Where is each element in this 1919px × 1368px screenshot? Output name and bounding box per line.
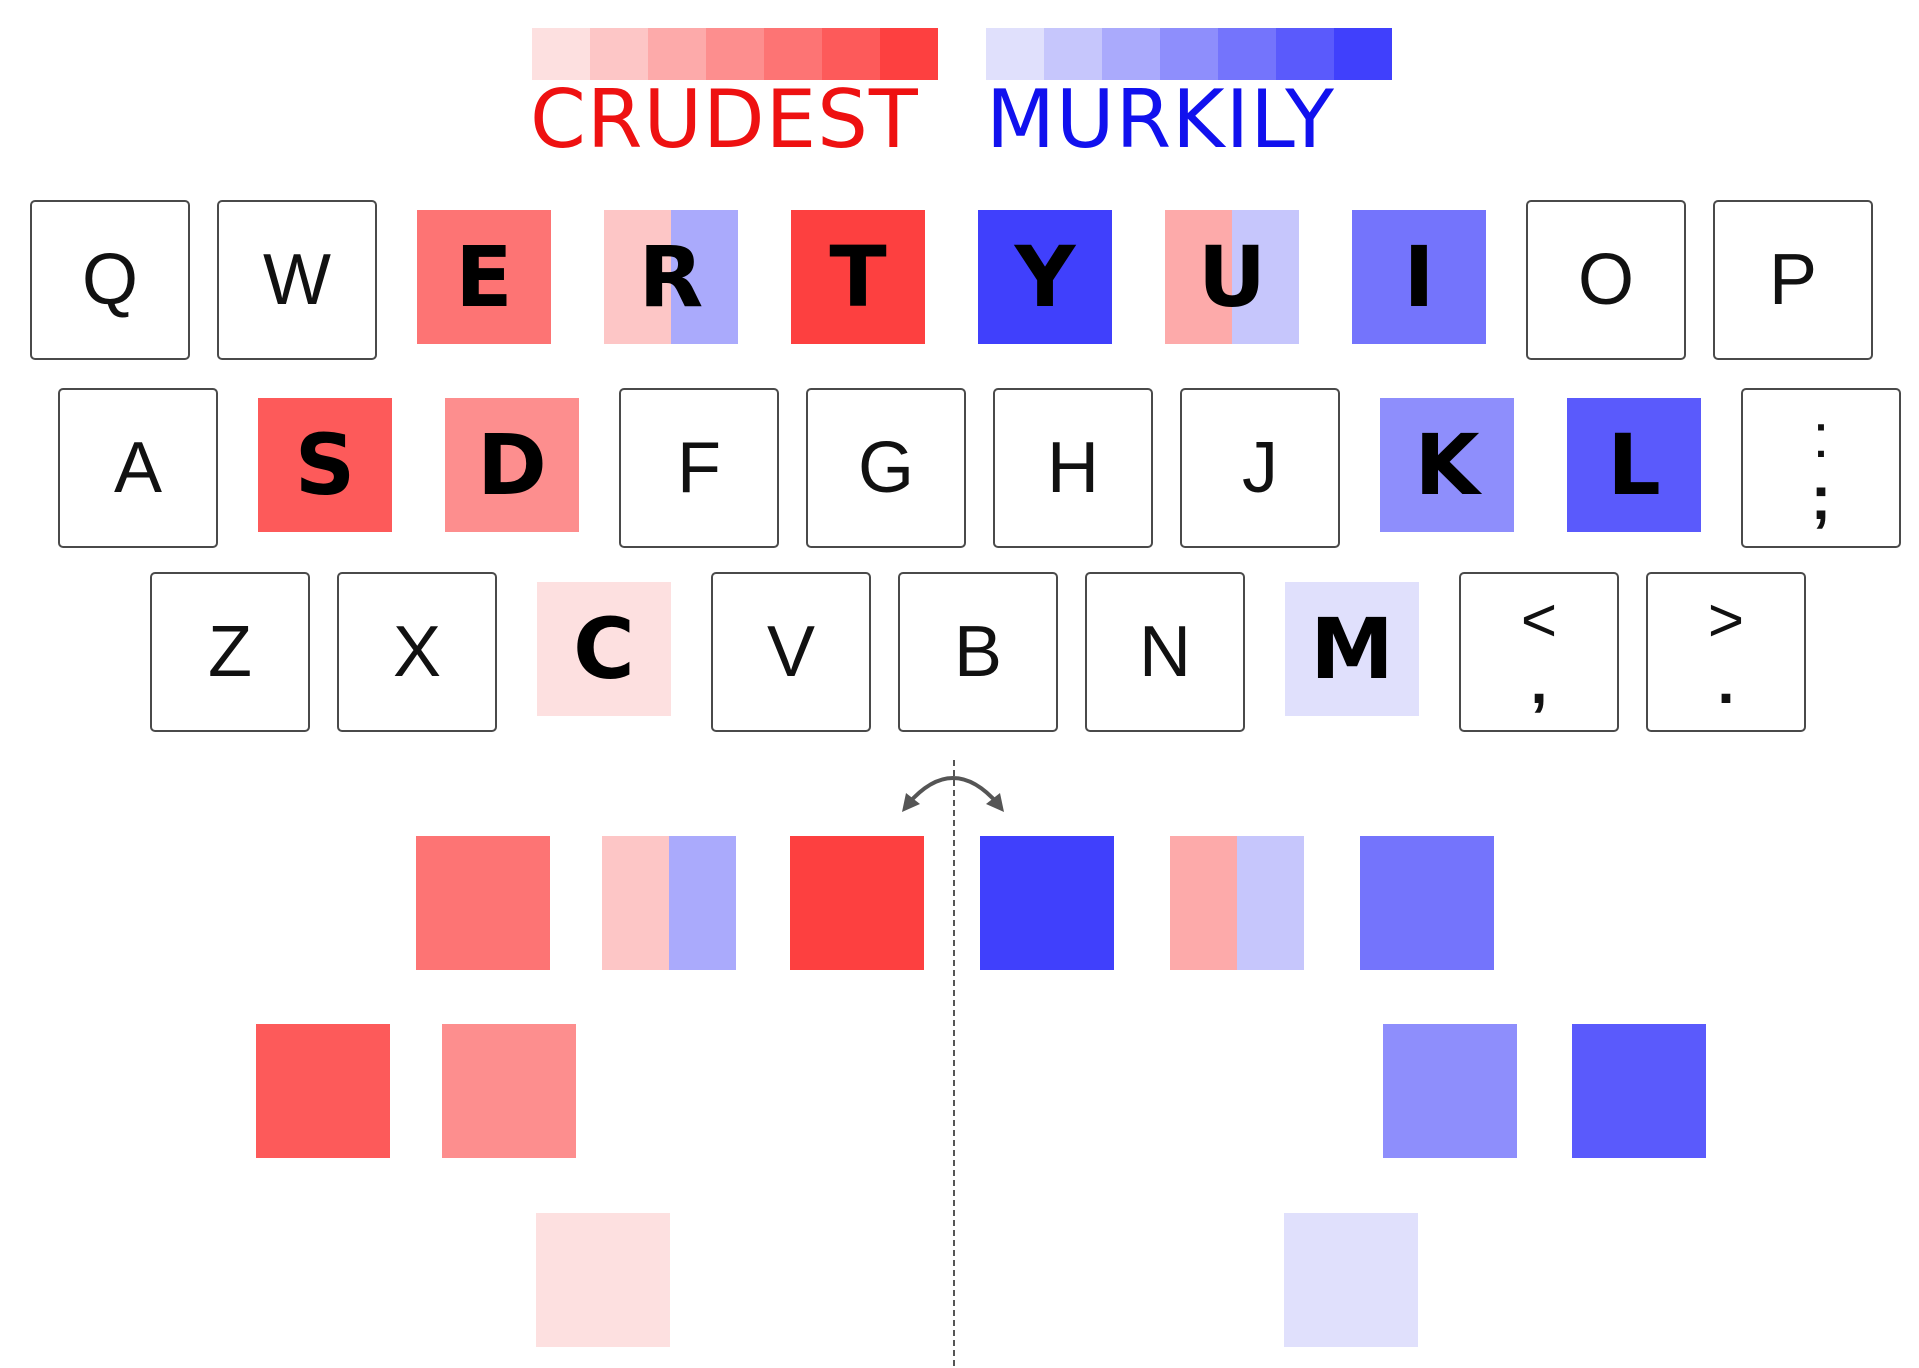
key-label: U (1197, 228, 1267, 326)
key-p: P (1713, 200, 1873, 360)
key-m-highlighted: M (1285, 582, 1419, 716)
key-label: P (1768, 240, 1818, 320)
key-w: W (217, 200, 377, 360)
key-x: X (337, 572, 497, 732)
key-label: D (477, 416, 547, 514)
key-label: Z (208, 612, 252, 692)
folded-cell (416, 836, 550, 970)
key-r-highlighted: R (604, 210, 738, 344)
folded-red-half (602, 836, 669, 970)
key-h: H (993, 388, 1153, 548)
key-label: Q (81, 240, 138, 320)
key-punct: >. (1646, 572, 1806, 732)
key-e-highlighted: E (417, 210, 551, 344)
key-v: V (711, 572, 871, 732)
legend-blue-swatch (1334, 28, 1392, 80)
folded-cell (1360, 836, 1494, 970)
legend-blue-swatch (1102, 28, 1160, 80)
key-label: A (113, 428, 163, 508)
key-label: J (1242, 428, 1278, 508)
key-label: V (766, 612, 816, 692)
folded-cell (1572, 1024, 1706, 1158)
key-dual-label: :; (1811, 406, 1832, 530)
legend-blue-swatch (1160, 28, 1218, 80)
key-k-highlighted: K (1380, 398, 1514, 532)
key-upper-label: < (1520, 586, 1558, 655)
folded-cell (980, 836, 1114, 970)
key-s-highlighted: S (258, 398, 392, 532)
key-punct: <, (1459, 572, 1619, 732)
key-t-highlighted: T (791, 210, 925, 344)
key-label: O (1577, 240, 1634, 320)
legend-red-swatch (880, 28, 938, 80)
swap-arrow-icon (902, 776, 1004, 812)
key-j: J (1180, 388, 1340, 548)
key-label: N (1139, 612, 1191, 692)
key-label: B (953, 612, 1003, 692)
key-label: E (455, 228, 513, 326)
key-label: K (1414, 416, 1480, 514)
legend-word-left: CRUDEST (530, 73, 919, 166)
key-lower-label: , (1530, 648, 1548, 717)
key-punct: :; (1741, 388, 1901, 548)
folded-cell (256, 1024, 390, 1158)
key-i-highlighted: I (1352, 210, 1486, 344)
folded-cell (536, 1213, 670, 1347)
key-label: F (677, 428, 721, 508)
key-f: F (619, 388, 779, 548)
key-upper-label: > (1707, 586, 1745, 655)
key-label: G (857, 428, 914, 508)
folded-cell (1170, 836, 1304, 970)
folded-cell (1383, 1024, 1517, 1158)
legend-blue-swatch (1044, 28, 1102, 80)
key-label: I (1403, 228, 1435, 326)
legend-red-swatch (822, 28, 880, 80)
folded-red-half (1170, 836, 1237, 970)
folded-cell (1284, 1213, 1418, 1347)
key-label: H (1047, 428, 1099, 508)
legend-red-swatch (648, 28, 706, 80)
key-lower-label: . (1717, 648, 1735, 717)
key-label: X (392, 612, 442, 692)
key-label: S (294, 416, 356, 514)
legend-red-swatch (764, 28, 822, 80)
key-z: Z (150, 572, 310, 732)
key-label: T (829, 228, 887, 326)
key-c-highlighted: C (537, 582, 671, 716)
key-label: L (1607, 416, 1661, 514)
legend-word-right: MURKILY (986, 73, 1336, 166)
folded-blue-half (1237, 836, 1304, 970)
key-label: W (263, 240, 331, 320)
legend-red-swatch (532, 28, 590, 80)
key-q: Q (30, 200, 190, 360)
center-fold-line (953, 760, 955, 1366)
keyboard-letter-diagram: CRUDEST MURKILY Q W E R T Y U I O P A S D F G H J K L:; Z X C… (0, 0, 1919, 1368)
folded-blue-half (669, 836, 736, 970)
key-b: B (898, 572, 1058, 732)
key-g: G (806, 388, 966, 548)
folded-cell (602, 836, 736, 970)
key-lower-label: ; (1810, 464, 1832, 533)
folded-cell (442, 1024, 576, 1158)
folded-cell (790, 836, 924, 970)
key-u-highlighted: U (1165, 210, 1299, 344)
legend-red-swatch (590, 28, 648, 80)
legend-blue-swatch (1276, 28, 1334, 80)
key-label: M (1310, 600, 1394, 698)
key-upper-label: : (1812, 402, 1830, 471)
legend-red-swatch (706, 28, 764, 80)
key-y-highlighted: Y (978, 210, 1112, 344)
key-d-highlighted: D (445, 398, 579, 532)
key-label: C (573, 600, 635, 698)
legend-blue-swatch (986, 28, 1044, 80)
key-l-highlighted: L (1567, 398, 1701, 532)
key-dual-label: >. (1708, 590, 1744, 714)
key-o: O (1526, 200, 1686, 360)
key-n: N (1085, 572, 1245, 732)
key-label: R (638, 228, 704, 326)
legend-blue-swatch (1218, 28, 1276, 80)
key-dual-label: <, (1521, 590, 1557, 714)
key-a: A (58, 388, 218, 548)
key-label: Y (1014, 228, 1076, 326)
